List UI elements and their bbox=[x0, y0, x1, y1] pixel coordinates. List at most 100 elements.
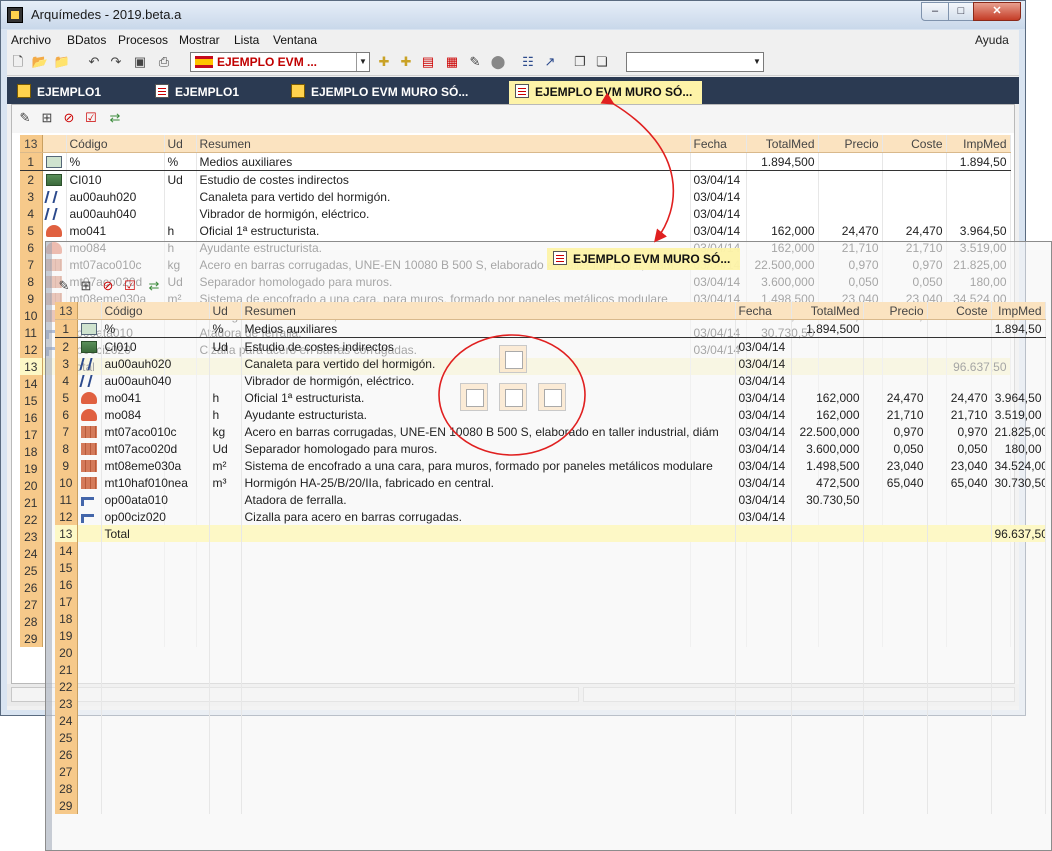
cell-precio[interactable] bbox=[818, 188, 883, 205]
column-header-código[interactable]: Código bbox=[66, 135, 165, 153]
cell-totalmed[interactable] bbox=[791, 337, 864, 355]
dragged-tab[interactable]: EJEMPLO EVM MURO SÓ... bbox=[547, 248, 741, 270]
column-header-precio[interactable]: Precio bbox=[863, 302, 928, 320]
empty-row[interactable]: 26 bbox=[55, 746, 1046, 763]
column-header-resumen[interactable]: Resumen bbox=[241, 302, 736, 320]
cascade-windows-icon[interactable]: ❐ bbox=[571, 53, 589, 71]
cell-totalmed[interactable]: 162,000 bbox=[791, 406, 864, 423]
column-header-impmed[interactable]: ImpMed bbox=[946, 135, 1011, 153]
cell-impmed[interactable]: 1.894,50 bbox=[946, 152, 1011, 171]
empty-row[interactable]: 20 bbox=[55, 644, 1046, 661]
empty-row[interactable]: 19 bbox=[55, 627, 1046, 644]
checklist-icon[interactable]: ☑ bbox=[82, 109, 100, 127]
cell-coste[interactable] bbox=[927, 355, 992, 372]
dragged-document-preview[interactable]: EJEMPLO EVM MURO SÓ... ✎ ⊞ ⊘ ☑ ⇄ 13 Códig… bbox=[45, 241, 1052, 851]
cell-fecha[interactable]: 03/04/14 bbox=[690, 205, 747, 222]
cell-impmed[interactable] bbox=[946, 205, 1011, 222]
cell-fecha[interactable]: 03/04/14 bbox=[735, 406, 792, 423]
cell-precio[interactable] bbox=[818, 170, 883, 188]
close-button[interactable]: ✕ bbox=[973, 2, 1021, 21]
cell-impmed[interactable] bbox=[991, 355, 1046, 372]
tab-ejemplo1-a[interactable]: EJEMPLO1 bbox=[17, 81, 101, 104]
cell-ud[interactable]: h bbox=[209, 389, 242, 406]
cell-precio[interactable] bbox=[863, 372, 928, 389]
cell-resumen[interactable]: Sistema de encofrado a una cara, para mu… bbox=[241, 457, 736, 474]
delete-row-icon[interactable]: ⊘ bbox=[99, 277, 117, 295]
cell-resumen[interactable]: Canaleta para vertido del hormigón. bbox=[241, 355, 736, 372]
cell-fecha[interactable]: 03/04/14 bbox=[735, 508, 792, 525]
stamp-icon[interactable]: ⬤ bbox=[489, 53, 507, 71]
cell-fecha[interactable]: 03/04/14 bbox=[735, 355, 792, 372]
cell-resumen[interactable]: Acero en barras corrugadas, UNE-EN 10080… bbox=[241, 423, 736, 440]
calculator-icon[interactable]: ✎ bbox=[466, 53, 484, 71]
cell-fecha[interactable]: 03/04/14 bbox=[690, 188, 747, 205]
column-header-totalmed[interactable]: TotalMed bbox=[791, 302, 864, 320]
cell-impmed[interactable] bbox=[946, 188, 1011, 205]
cell-resumen[interactable]: Oficial 1ª estructurista. bbox=[241, 389, 736, 406]
column-header-totalmed[interactable]: TotalMed bbox=[746, 135, 819, 153]
cell-precio[interactable]: 21,710 bbox=[863, 406, 928, 423]
cell-totalmed[interactable] bbox=[791, 372, 864, 389]
checklist-icon[interactable]: ☑ bbox=[121, 277, 139, 295]
cell-precio[interactable] bbox=[863, 319, 928, 338]
column-header-coste[interactable]: Coste bbox=[882, 135, 947, 153]
cell-fecha[interactable]: 03/04/14 bbox=[735, 440, 792, 457]
chevron-down-icon[interactable]: ▼ bbox=[356, 53, 369, 71]
cell-precio[interactable] bbox=[863, 508, 928, 525]
cell-impmed[interactable] bbox=[991, 508, 1046, 525]
table-row[interactable]: 11 op00ata010 Atadora de ferralla.03/04/14… bbox=[55, 491, 1046, 508]
cell-resumen[interactable]: Separador homologado para muros. bbox=[241, 440, 736, 457]
cell-totalmed[interactable]: 162,000 bbox=[791, 389, 864, 406]
cell-ud[interactable]: Ud bbox=[209, 337, 242, 355]
table-row[interactable]: 3 au00auh020 Canaleta para vertido del hor… bbox=[55, 355, 1046, 372]
minimize-button[interactable]: ‒ bbox=[921, 2, 949, 21]
cell-resumen[interactable]: Atadora de ferralla. bbox=[241, 491, 736, 508]
table-row[interactable]: 10 mt10haf010neam³Hormigón HA-25/B/20/IIa… bbox=[55, 474, 1046, 491]
cell-resumen[interactable]: Hormigón HA-25/B/20/IIa, fabricado en ce… bbox=[241, 474, 736, 491]
empty-row[interactable]: 29 bbox=[55, 797, 1046, 814]
tab-ejemplo-evm-active[interactable]: EJEMPLO EVM MURO SÓ... bbox=[509, 81, 703, 104]
cell-codigo[interactable]: au00auh020 bbox=[66, 188, 165, 205]
cell-codigo[interactable]: CI010 bbox=[66, 170, 165, 188]
cell-fecha[interactable]: 03/04/14 bbox=[735, 372, 792, 389]
cell-coste[interactable] bbox=[882, 188, 947, 205]
cell-precio[interactable]: 0,970 bbox=[863, 423, 928, 440]
cell-impmed[interactable] bbox=[946, 170, 1011, 188]
insert-row-icon[interactable]: ⊞ bbox=[38, 109, 56, 127]
cell-resumen[interactable]: Vibrador de hormigón, eléctrico. bbox=[241, 372, 736, 389]
delete-row-icon[interactable]: ⊘ bbox=[60, 109, 78, 127]
cell-totalmed[interactable] bbox=[791, 508, 864, 525]
cell-impmed[interactable]: 3.519,00 bbox=[991, 406, 1046, 423]
cell-codigo[interactable]: mo084 bbox=[101, 406, 210, 423]
cell-ud[interactable] bbox=[209, 355, 242, 372]
cell-totalmed[interactable]: 22.500,000 bbox=[791, 423, 864, 440]
column-header-ud[interactable]: Ud bbox=[209, 302, 242, 320]
empty-row[interactable]: 17 bbox=[55, 593, 1046, 610]
column-header-precio[interactable]: Precio bbox=[818, 135, 883, 153]
cell-codigo[interactable]: % bbox=[66, 152, 165, 171]
cell-impmed[interactable] bbox=[991, 372, 1046, 389]
column-header-resumen[interactable]: Resumen bbox=[196, 135, 691, 153]
cell-totalmed[interactable]: 30.730,50 bbox=[791, 491, 864, 508]
cell-codigo[interactable]: mo041 bbox=[66, 222, 165, 239]
cell-ud[interactable] bbox=[164, 205, 197, 222]
dock-center-target[interactable] bbox=[499, 383, 527, 411]
chevron-down-icon[interactable]: ▼ bbox=[751, 53, 763, 71]
tree-icon[interactable]: ☷ bbox=[519, 53, 537, 71]
cell-resumen[interactable]: Cizalla para acero en barras corrugadas. bbox=[241, 508, 736, 525]
cell-fecha[interactable]: 03/04/14 bbox=[735, 457, 792, 474]
table-row[interactable]: 4 au00auh040 Vibrador de hormigón, eléctri… bbox=[20, 205, 1011, 222]
cell-ud[interactable] bbox=[164, 188, 197, 205]
cell-resumen[interactable]: Estudio de costes indirectos bbox=[241, 337, 736, 355]
empty-row[interactable]: 16 bbox=[55, 576, 1046, 593]
title-bar[interactable]: Arquímedes - 2019.beta.a ‒ □ ✕ bbox=[1, 1, 1025, 29]
edit-icon[interactable]: ✎ bbox=[55, 277, 73, 295]
cell-codigo[interactable]: mt07aco020d bbox=[101, 440, 210, 457]
cell-codigo[interactable]: % bbox=[101, 319, 210, 338]
cell-ud[interactable]: Ud bbox=[209, 440, 242, 457]
cell-impmed[interactable]: 34.524,00 bbox=[991, 457, 1046, 474]
empty-row[interactable]: 25 bbox=[55, 729, 1046, 746]
cell-impmed[interactable] bbox=[991, 491, 1046, 508]
cell-coste[interactable] bbox=[927, 372, 992, 389]
empty-row[interactable]: 14 bbox=[55, 542, 1046, 559]
